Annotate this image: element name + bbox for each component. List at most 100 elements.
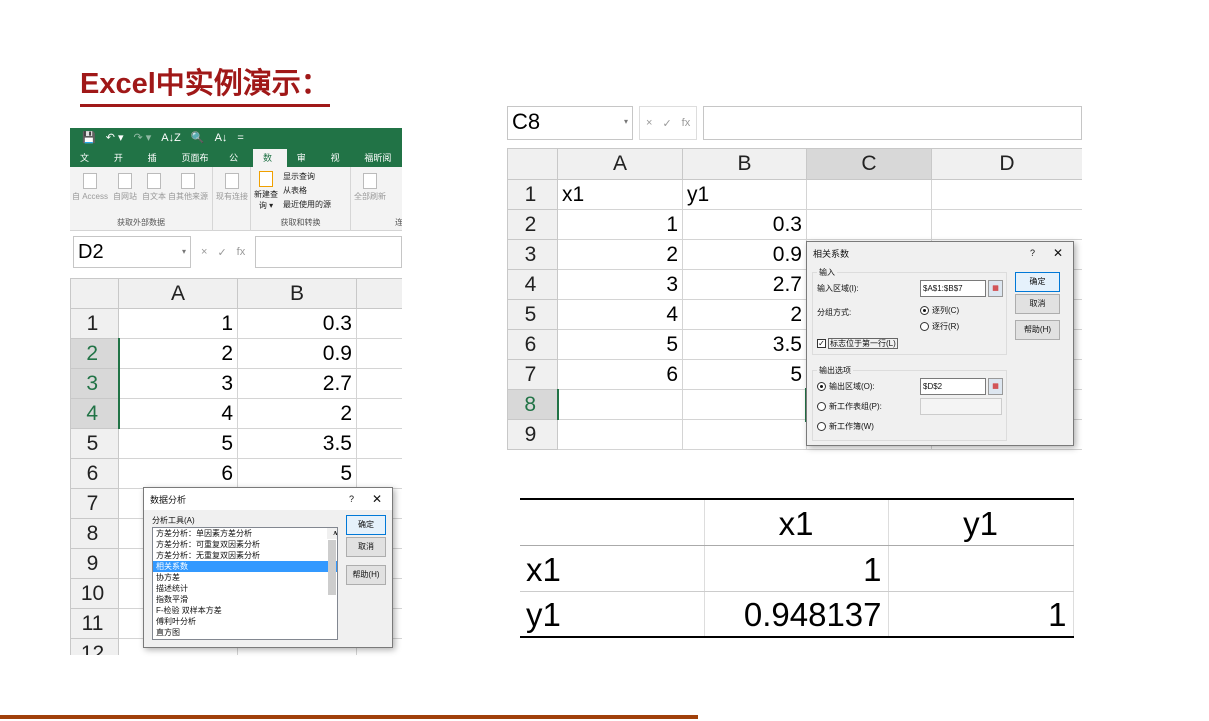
- row-header[interactable]: 2: [507, 209, 558, 240]
- show-queries-button[interactable]: 显示查询: [283, 171, 315, 182]
- cell[interactable]: [356, 338, 402, 369]
- new-query-button[interactable]: 新建查询 ▾: [253, 171, 279, 211]
- list-item[interactable]: 直方图: [153, 627, 337, 638]
- labels-first-row-checkbox[interactable]: ✓ 标志位于第一行(L): [817, 338, 898, 349]
- new-workbook-radio[interactable]: 新工作簿(W): [817, 421, 874, 432]
- column-header[interactable]: B: [237, 278, 357, 309]
- customize-icon[interactable]: =: [237, 132, 243, 144]
- list-item[interactable]: 方差分析：可重复双因素分析: [153, 539, 337, 550]
- output-range-radio[interactable]: 输出区域(O):: [817, 381, 875, 392]
- from-text-button[interactable]: 自文本: [140, 173, 168, 202]
- row-header[interactable]: 6: [507, 329, 558, 360]
- recent-sources-button[interactable]: 最近使用的源: [283, 199, 331, 210]
- column-header[interactable]: D: [931, 148, 1082, 180]
- row-header[interactable]: 4: [507, 269, 558, 300]
- cell[interactable]: 0.3: [682, 209, 807, 240]
- tab-0[interactable]: 文件: [70, 149, 104, 181]
- help-button[interactable]: 帮助(H): [346, 565, 386, 585]
- cell[interactable]: [806, 179, 932, 210]
- column-header[interactable]: A: [118, 278, 238, 309]
- cell[interactable]: 5: [682, 359, 807, 390]
- select-all-corner[interactable]: [507, 148, 558, 180]
- output-range-field[interactable]: $D$2: [920, 378, 986, 395]
- tab-8[interactable]: 福昕阅读: [354, 149, 402, 181]
- cell[interactable]: [806, 209, 932, 240]
- help-icon[interactable]: ?: [1030, 248, 1035, 258]
- cell[interactable]: [356, 308, 402, 339]
- cell[interactable]: 2: [557, 239, 683, 270]
- cell[interactable]: [557, 419, 683, 450]
- scrollbar[interactable]: ˄˅: [327, 528, 337, 595]
- row-header[interactable]: 9: [70, 548, 119, 579]
- tab-1[interactable]: 开始: [104, 149, 138, 181]
- close-icon[interactable]: ✕: [372, 492, 382, 506]
- row-header[interactable]: 8: [70, 518, 119, 549]
- enter-icon[interactable]: ✓: [217, 246, 226, 259]
- column-header[interactable]: B: [682, 148, 807, 180]
- cancel-button[interactable]: 取消: [346, 537, 386, 557]
- cell[interactable]: 0.9: [682, 239, 807, 270]
- cell[interactable]: 5: [557, 329, 683, 360]
- save-icon[interactable]: 💾: [82, 131, 96, 144]
- cell[interactable]: 2.7: [237, 368, 357, 399]
- refresh-all-button[interactable]: 全部刷新: [353, 173, 387, 202]
- column-header[interactable]: [356, 278, 402, 309]
- new-sheet-radio[interactable]: 新工作表组(P):: [817, 401, 882, 412]
- range-picker-icon[interactable]: ▦: [988, 280, 1003, 297]
- formula-input[interactable]: [255, 236, 402, 268]
- tab-4[interactable]: 公式: [219, 149, 253, 181]
- print-preview-icon[interactable]: 🔍: [191, 131, 205, 144]
- from-table-button[interactable]: 从表格: [283, 185, 307, 196]
- function-icon[interactable]: fx: [237, 246, 246, 258]
- column-header[interactable]: A: [557, 148, 683, 180]
- cell[interactable]: [682, 389, 807, 420]
- tab-5[interactable]: 数据: [252, 149, 287, 181]
- by-column-radio[interactable]: 逐列(C): [920, 305, 959, 316]
- cell[interactable]: 3: [557, 269, 683, 300]
- row-header[interactable]: 1: [70, 308, 119, 339]
- tab-6[interactable]: 审阅: [287, 149, 321, 181]
- formula-input[interactable]: [703, 106, 1082, 140]
- ok-button[interactable]: 确定: [346, 515, 386, 535]
- cell[interactable]: 2: [118, 338, 238, 369]
- help-icon[interactable]: ?: [349, 494, 354, 504]
- row-header[interactable]: 8: [507, 389, 559, 420]
- undo-icon[interactable]: ↶ ▾: [106, 131, 124, 144]
- row-header[interactable]: 5: [70, 428, 119, 459]
- list-item[interactable]: 协方差: [153, 572, 337, 583]
- cell[interactable]: [931, 209, 1082, 240]
- cell[interactable]: x1: [557, 179, 683, 210]
- cell[interactable]: 5: [118, 428, 238, 459]
- cell[interactable]: 1: [557, 209, 683, 240]
- column-header[interactable]: C: [806, 148, 932, 180]
- cell[interactable]: [356, 428, 402, 459]
- row-header[interactable]: 1: [507, 179, 558, 210]
- cell[interactable]: 2.7: [682, 269, 807, 300]
- tab-3[interactable]: 页面布局: [171, 149, 219, 181]
- row-header[interactable]: 9: [507, 419, 558, 450]
- sort-desc-icon[interactable]: A↓: [215, 132, 228, 144]
- cancel-icon[interactable]: ×: [201, 246, 207, 258]
- close-icon[interactable]: ✕: [1053, 246, 1063, 260]
- input-range-field[interactable]: $A$1:$B$7: [920, 280, 986, 297]
- cell[interactable]: 6: [118, 458, 238, 489]
- row-header[interactable]: 7: [70, 488, 119, 519]
- cell[interactable]: y1: [682, 179, 807, 210]
- row-header[interactable]: 4: [70, 398, 120, 429]
- new-sheet-field[interactable]: [920, 398, 1002, 415]
- tab-7[interactable]: 视图: [321, 149, 355, 181]
- range-picker-icon[interactable]: ▦: [988, 378, 1003, 395]
- list-item[interactable]: 傅利叶分析: [153, 616, 337, 627]
- row-header[interactable]: 7: [507, 359, 558, 390]
- cell[interactable]: [557, 389, 683, 420]
- cell[interactable]: 1: [118, 308, 238, 339]
- row-header[interactable]: 3: [70, 368, 120, 399]
- from-access-button[interactable]: 自 Access: [72, 173, 108, 202]
- sort-icon[interactable]: A↓Z: [161, 132, 181, 144]
- by-row-radio[interactable]: 逐行(R): [920, 321, 959, 332]
- cell[interactable]: 0.3: [237, 308, 357, 339]
- cell[interactable]: [682, 419, 807, 450]
- from-other-sources-button[interactable]: 自其他来源: [166, 173, 210, 202]
- cancel-button[interactable]: 取消: [1015, 294, 1060, 314]
- enter-icon[interactable]: ✓: [662, 117, 671, 130]
